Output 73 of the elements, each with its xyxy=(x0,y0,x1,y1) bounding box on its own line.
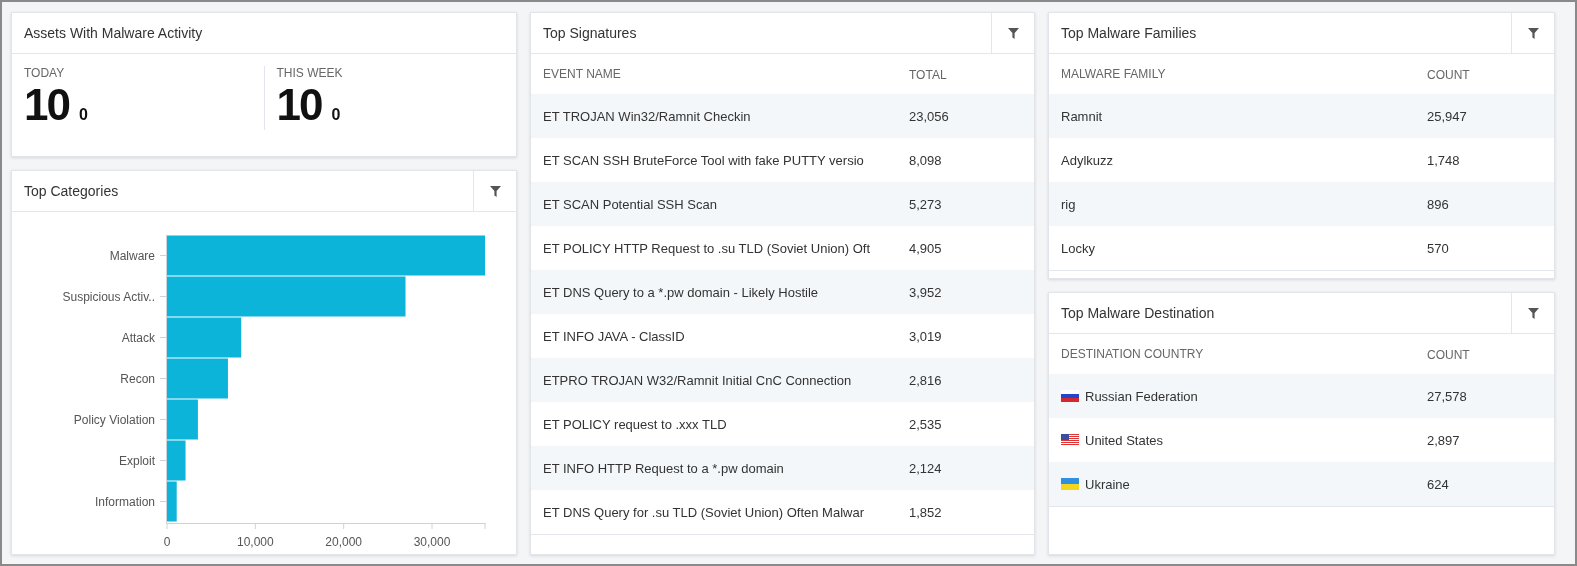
stat-value: 10 xyxy=(24,80,69,130)
table-cell: 2,816 xyxy=(909,372,942,388)
table-cell: Adylkuzz xyxy=(1061,152,1114,168)
stat-value: 10 xyxy=(276,80,322,130)
flag-icon xyxy=(1061,390,1079,402)
tick-label: 20,000 xyxy=(325,535,362,549)
tick-label: 0 xyxy=(163,535,171,549)
filter-button[interactable] xyxy=(1511,13,1554,53)
table-cell: rig xyxy=(1061,196,1076,212)
table-cell: 23,056 xyxy=(909,108,949,124)
tick-label: 10,000 xyxy=(237,535,274,549)
table-cell: 1,852 xyxy=(909,504,942,520)
card-title: Top Categories xyxy=(24,183,119,199)
filter-icon xyxy=(1007,27,1019,39)
column-header: COUNT xyxy=(1427,347,1470,362)
stat-label: THIS WEEK xyxy=(276,66,343,80)
card-title: Top Malware Families xyxy=(1061,25,1197,41)
category-label: Policy Violation xyxy=(73,412,155,427)
column-header: TOTAL xyxy=(909,67,947,82)
category-label: Information xyxy=(94,494,155,509)
category-label: Exploit xyxy=(118,453,155,468)
filter-button[interactable] xyxy=(473,171,516,211)
column-header: EVENT NAME xyxy=(543,67,621,81)
table-cell: ET TROJAN Win32/Ramnit Checkin xyxy=(543,108,751,124)
table-cell: ET SCAN SSH BruteForce Tool with fake PUTTY versio xyxy=(543,152,864,168)
table-cell: Russian Federation xyxy=(1085,388,1198,404)
table-cell: 27,578 xyxy=(1427,388,1467,404)
filter-icon xyxy=(489,185,501,197)
table-cell: 5,273 xyxy=(909,196,942,212)
column-header: DESTINATION COUNTRY xyxy=(1061,347,1204,361)
filter-button[interactable] xyxy=(991,13,1034,53)
flag-icon xyxy=(1061,478,1079,490)
table-cell: ET POLICY HTTP Request to .su TLD (Soviet Union) Oft xyxy=(543,240,871,256)
table-cell: 4,905 xyxy=(909,240,942,256)
column-header: MALWARE FAMILY xyxy=(1061,67,1166,81)
tick-label: 30,000 xyxy=(413,535,451,549)
table-cell: ET INFO JAVA - ClassID xyxy=(543,328,685,344)
card-title: Top Malware Destination xyxy=(1061,305,1215,321)
filter-button[interactable] xyxy=(1511,293,1554,333)
table-cell: Ukraine xyxy=(1085,476,1130,492)
table-cell: 624 xyxy=(1427,476,1449,492)
category-label: Attack xyxy=(121,330,155,345)
table-cell: 570 xyxy=(1427,240,1449,256)
stat-label: TODAY xyxy=(24,66,65,80)
table-cell: 1,748 xyxy=(1427,152,1460,168)
table-cell: ET INFO HTTP Request to a *.pw domain xyxy=(543,460,784,476)
stat-delta: 0 xyxy=(78,106,88,124)
table-cell: ET DNS Query for .su TLD (Soviet Union) Often Malwar xyxy=(543,504,864,520)
table-cell: Ramnit xyxy=(1061,108,1103,124)
table-cell: Locky xyxy=(1061,240,1095,256)
table-cell: ET DNS Query to a *.pw domain - Likely Hostile xyxy=(543,284,819,300)
table-cell: ET SCAN Potential SSH Scan xyxy=(543,196,717,212)
table-cell: United States xyxy=(1085,432,1164,448)
table-cell: 896 xyxy=(1427,196,1449,212)
stat-delta: 0 xyxy=(331,106,341,124)
table-cell: 3,952 xyxy=(909,284,942,300)
card-title: Top Signatures xyxy=(543,25,637,41)
table-cell: 2,124 xyxy=(909,460,942,476)
category-label: Recon xyxy=(120,371,155,386)
column-header: COUNT xyxy=(1427,67,1470,82)
flag-icon xyxy=(1061,434,1079,446)
table-cell: ETPRO TROJAN W32/Ramnit Initial CnC Connection xyxy=(543,372,852,388)
filter-icon xyxy=(1527,27,1539,39)
category-label: Malware xyxy=(109,248,155,263)
filter-icon xyxy=(1527,307,1539,319)
table-cell: ET POLICY request to .xxx TLD xyxy=(543,416,727,432)
table-cell: 3,019 xyxy=(909,328,942,344)
card-title: Assets With Malware Activity xyxy=(24,25,203,41)
table-cell: 2,897 xyxy=(1427,432,1460,448)
table-cell: 2,535 xyxy=(909,416,942,432)
table-cell: 8,098 xyxy=(909,152,942,168)
category-label: Suspicious Activ.. xyxy=(62,289,155,304)
table-cell: 25,947 xyxy=(1427,108,1467,124)
